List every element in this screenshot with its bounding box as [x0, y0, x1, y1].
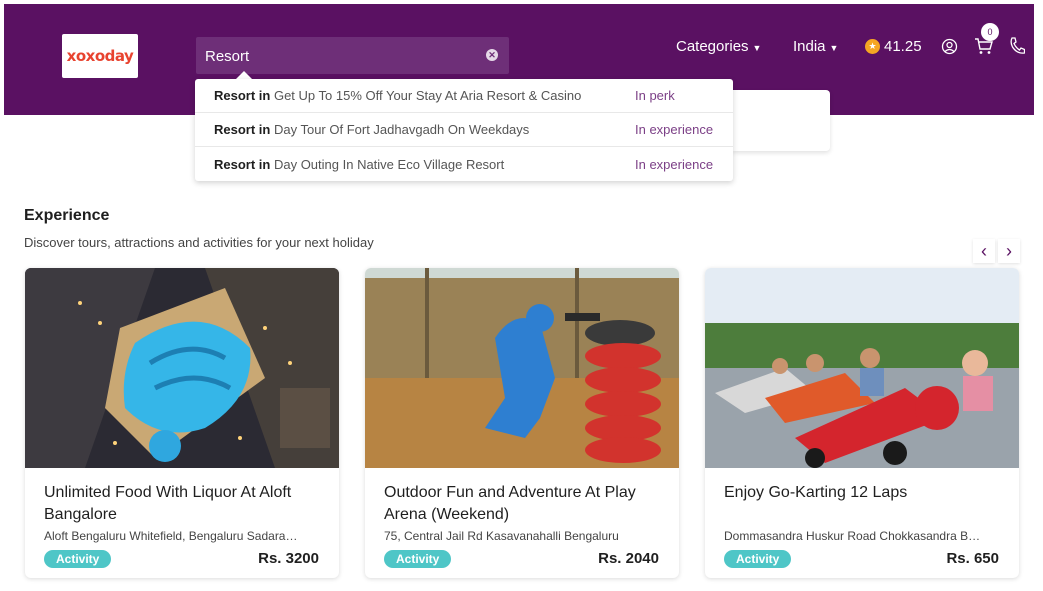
experience-card[interactable]: Enjoy Go-Karting 12 Laps Dommasandra Hus…: [705, 268, 1019, 578]
chevron-right-icon[interactable]: ›: [998, 239, 1020, 263]
activity-badge: Activity: [384, 550, 452, 568]
card-image-paintball: [365, 268, 679, 468]
experience-card[interactable]: Unlimited Food With Liquor At Aloft Bang…: [25, 268, 339, 578]
suggestion-query: Resort in: [214, 122, 271, 137]
suggestion-query: Resort in: [214, 88, 271, 103]
card-price: Rs. 2040: [598, 550, 659, 567]
chevron-left-icon[interactable]: ‹: [973, 239, 995, 263]
phone-icon[interactable]: [1009, 37, 1026, 60]
suggestion-query: Resort in: [214, 156, 271, 172]
suggestion-title: Get Up To 15% Off Your Stay At Aria Reso…: [273, 88, 582, 103]
suggestion-text: Resort in Day Tour Of Fort Jadhavgadh On…: [214, 122, 529, 137]
activity-badge: Activity: [44, 550, 112, 568]
card-price: Rs. 3200: [258, 550, 319, 567]
logo-text: xoxoday: [66, 47, 134, 65]
dropdown-pointer: [236, 71, 252, 79]
logo[interactable]: xoxoday: [62, 34, 138, 78]
suggestion-title: Day Tour Of Fort Jadhavgadh On Weekdays: [273, 122, 530, 137]
card-image-resort-pool: [25, 268, 339, 468]
user-icon[interactable]: [941, 38, 958, 60]
section-title: Experience: [24, 207, 110, 224]
suggestion-item[interactable]: Resort in Day Outing In Native Eco Villa…: [195, 147, 733, 181]
categories-label: Categories: [676, 38, 749, 55]
country-selector[interactable]: India ▼: [793, 38, 838, 55]
card-title: Outdoor Fun and Adventure At Play Arena …: [384, 484, 636, 523]
suggestion-category: In experience: [635, 122, 714, 137]
chevron-down-icon: ▼: [829, 42, 839, 53]
points-value: 41.25: [884, 38, 922, 55]
country-label: India: [793, 38, 826, 55]
background-panel: [733, 90, 830, 151]
card-location: Aloft Bengaluru Whitefield, Bengaluru Sa…: [44, 529, 304, 543]
search-suggestions: Resort in Get Up To 15% Off Your Stay At…: [195, 79, 733, 181]
coin-icon: ★: [865, 39, 880, 54]
points-balance[interactable]: ★ 41.25: [865, 38, 922, 55]
clear-search-icon[interactable]: ✕: [486, 49, 498, 61]
card-title: Unlimited Food With Liquor At Aloft Bang…: [44, 484, 292, 523]
experience-card[interactable]: Outdoor Fun and Adventure At Play Arena …: [365, 268, 679, 578]
suggestion-item[interactable]: Resort in Get Up To 15% Off Your Stay At…: [195, 79, 733, 113]
activity-badge: Activity: [724, 550, 792, 568]
card-price: Rs. 650: [946, 550, 999, 567]
card-location: 75, Central Jail Rd Kasavanahalli Bengal…: [384, 529, 619, 543]
suggestion-item[interactable]: Resort in Day Tour Of Fort Jadhavgadh On…: [195, 113, 733, 147]
search-input[interactable]: [205, 45, 475, 67]
card-image-go-karting: [705, 268, 1019, 468]
chevron-down-icon: ▼: [752, 42, 762, 53]
categories-menu[interactable]: Categories ▼: [676, 38, 761, 55]
suggestion-title: Day Outing In Native Eco Village Resort: [273, 156, 505, 172]
card-location: Dommasandra Huskur Road Chokkasandra Ben…: [724, 529, 984, 543]
section-subtitle: Discover tours, attractions and activiti…: [24, 235, 374, 250]
suggestion-text: Resort in Get Up To 15% Off Your Stay At…: [214, 88, 581, 103]
suggestion-category: In experience: [635, 156, 714, 172]
suggestion-text: Resort in Day Outing In Native Eco Villa…: [214, 157, 504, 172]
card-title: Enjoy Go-Karting 12 Laps: [724, 484, 908, 501]
suggestion-category: In perk: [635, 88, 675, 103]
cart-count-badge: 0: [981, 23, 999, 41]
search-box[interactable]: ✕: [196, 37, 509, 74]
